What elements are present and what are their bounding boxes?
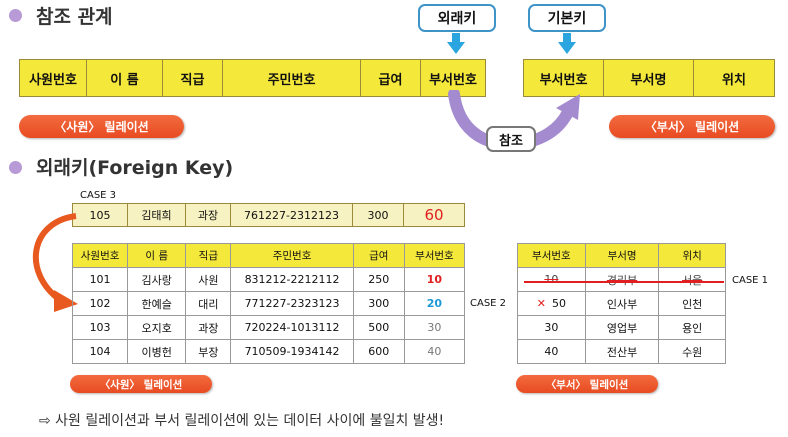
foreign-key-label: 외래키 bbox=[418, 4, 496, 32]
cell: 과장 bbox=[185, 315, 232, 340]
cell: 40 bbox=[403, 339, 466, 364]
case3-deptno: 60 bbox=[424, 206, 444, 224]
table-row: 102 한예슬 대리 771227-2323123 300 20 bbox=[71, 291, 466, 316]
cell: 대리 bbox=[185, 291, 232, 316]
table-row: 10 경리부 서울 bbox=[517, 267, 726, 292]
case3-row: 105 김태희 과장 761227-2312123 300 60 bbox=[72, 203, 465, 227]
cell: 30 bbox=[403, 315, 466, 340]
primary-key-label: 기본키 bbox=[528, 4, 606, 32]
dept-col-name: 부서명 bbox=[604, 60, 694, 96]
case3-ssn: 761227-2312123 bbox=[231, 204, 353, 226]
table-row: 103 오지호 과장 720224-1013112 500 30 bbox=[71, 315, 466, 340]
table-row: 30 영업부 용인 bbox=[517, 315, 726, 340]
cell-deptno-red: 10 bbox=[403, 267, 466, 292]
cell-deptno-blue: 20 bbox=[403, 291, 466, 316]
cell: 30 bbox=[517, 315, 586, 340]
cell: 720224-1013112 bbox=[230, 315, 354, 340]
emp-th-empno: 사원번호 bbox=[71, 243, 129, 268]
reference-label: 참조 bbox=[486, 126, 536, 152]
table-row: ✕ 50 인사부 인천 bbox=[517, 291, 726, 316]
cell: 오지호 bbox=[127, 315, 187, 340]
dept-th-deptno: 부서번호 bbox=[517, 243, 586, 268]
emp-col-empno: 사원번호 bbox=[20, 60, 87, 96]
employee-relation-label-bottom: 〈사원〉 릴레이션 bbox=[70, 375, 212, 393]
cell: 김사랑 bbox=[127, 267, 187, 292]
department-table: 부서번호 부서명 위치 10 경리부 서울 ✕ 50 인사부 인천 30 영업부 … bbox=[517, 243, 726, 364]
table-header-row: 사원번호 이 름 직급 주민번호 급여 부서번호 bbox=[71, 243, 466, 268]
dept-th-location: 위치 bbox=[658, 243, 726, 268]
cell: 101 bbox=[71, 267, 129, 292]
cell: 831212-2212112 bbox=[230, 267, 354, 292]
case1-label: CASE 1 bbox=[732, 275, 769, 286]
bullet-icon bbox=[9, 161, 22, 174]
case3-label: CASE 3 bbox=[80, 190, 117, 201]
cell: 300 bbox=[352, 291, 405, 316]
cell: 102 bbox=[71, 291, 129, 316]
emp-col-salary: 급여 bbox=[361, 60, 421, 96]
emp-th-name: 이 름 bbox=[127, 243, 187, 268]
cell: 710509-1934142 bbox=[230, 339, 354, 364]
cell: 부장 bbox=[185, 339, 232, 364]
cell: 104 bbox=[71, 339, 129, 364]
section-title-reference: 참조 관계 bbox=[36, 6, 113, 28]
cell-struck: 경리부 bbox=[584, 267, 660, 292]
section-title-foreign-key: 외래키(Foreign Key) bbox=[36, 157, 234, 179]
cell: 인사부 bbox=[584, 291, 660, 316]
case3-salary: 300 bbox=[353, 204, 404, 226]
cell: 40 bbox=[517, 339, 586, 364]
emp-col-name: 이 름 bbox=[87, 60, 163, 96]
emp-col-rank: 직급 bbox=[163, 60, 223, 96]
employee-relation-label: 〈사원〉 릴레이션 bbox=[19, 115, 184, 138]
cell: 용인 bbox=[658, 315, 726, 340]
cell: 인천 bbox=[658, 291, 726, 316]
table-row: 104 이병헌 부장 710509-1934142 600 40 bbox=[71, 339, 466, 364]
employee-table: 사원번호 이 름 직급 주민번호 급여 부서번호 101 김사랑 사원 8312… bbox=[71, 243, 466, 364]
foreign-key-arrow-stem bbox=[452, 33, 460, 42]
case2-label: CASE 2 bbox=[470, 298, 507, 309]
primary-key-arrow-stem bbox=[563, 33, 571, 42]
cell-deptno-modified: ✕ 50 bbox=[517, 291, 586, 316]
table-row: 101 김사랑 사원 831212-2212112 250 10 bbox=[71, 267, 466, 292]
cross-mark-icon: ✕ bbox=[536, 297, 546, 310]
cell: 500 bbox=[352, 315, 405, 340]
case3-rank: 과장 bbox=[186, 204, 231, 226]
cell: 103 bbox=[71, 315, 129, 340]
cell-struck: 10 bbox=[517, 267, 586, 292]
primary-key-arrow-icon bbox=[558, 42, 576, 54]
bullet-icon bbox=[9, 9, 22, 22]
cell: 250 bbox=[352, 267, 405, 292]
case3-name: 김태희 bbox=[128, 204, 186, 226]
dept-col-location: 위치 bbox=[694, 60, 774, 96]
case1-strike-line bbox=[524, 281, 724, 283]
table-header-row: 부서번호 부서명 위치 bbox=[517, 243, 726, 268]
table-row: 40 전산부 수원 bbox=[517, 339, 726, 364]
cell: 771227-2323123 bbox=[230, 291, 354, 316]
cell: 사원 bbox=[185, 267, 232, 292]
cell: 이병헌 bbox=[127, 339, 187, 364]
cell-value: 50 bbox=[551, 297, 566, 310]
foreign-key-arrow-icon bbox=[447, 42, 465, 54]
cell: 한예슬 bbox=[127, 291, 187, 316]
cell: 전산부 bbox=[584, 339, 660, 364]
department-relation-label: 〈부서〉 릴레이션 bbox=[609, 115, 775, 138]
cell: 수원 bbox=[658, 339, 726, 364]
emp-col-ssn: 주민번호 bbox=[223, 60, 361, 96]
inconsistency-note: ⇨ 사원 릴레이션과 부서 릴레이션에 있는 데이터 사이에 불일치 발생! bbox=[39, 413, 445, 429]
employee-schema-row: 사원번호 이 름 직급 주민번호 급여 부서번호 bbox=[19, 59, 486, 97]
department-relation-label-bottom: 〈부서〉 릴레이션 bbox=[516, 375, 658, 393]
dept-th-name: 부서명 bbox=[584, 243, 660, 268]
cell-struck: 서울 bbox=[658, 267, 726, 292]
emp-th-ssn: 주민번호 bbox=[230, 243, 354, 268]
emp-th-deptno: 부서번호 bbox=[403, 243, 466, 268]
emp-th-rank: 직급 bbox=[185, 243, 232, 268]
cell: 영업부 bbox=[584, 315, 660, 340]
emp-th-salary: 급여 bbox=[352, 243, 405, 268]
cell: 600 bbox=[352, 339, 405, 364]
